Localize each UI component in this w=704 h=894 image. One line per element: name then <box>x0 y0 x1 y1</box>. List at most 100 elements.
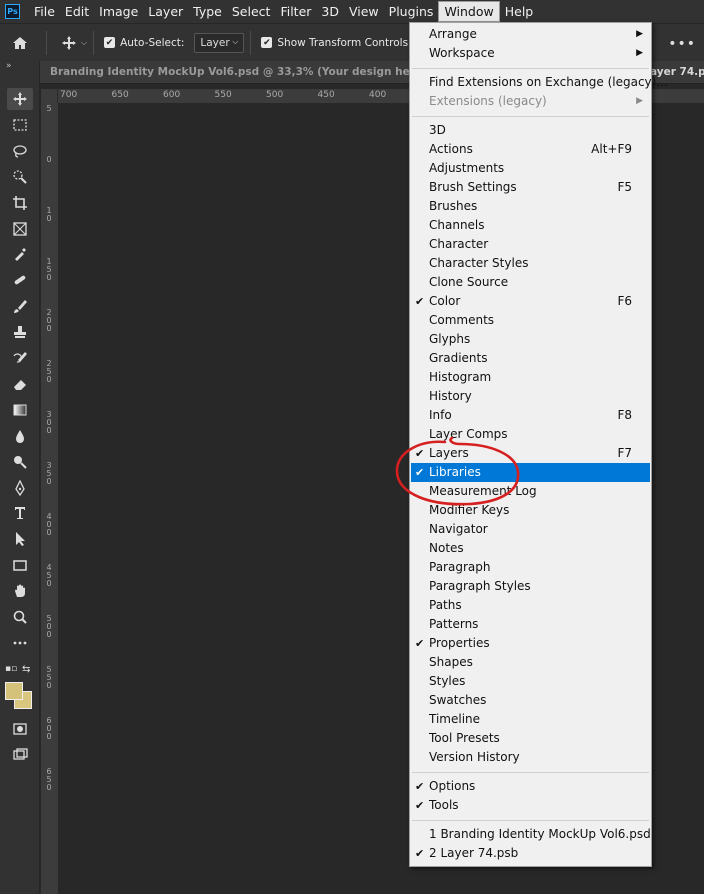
ruler-tick-label: 5 5 0 <box>46 665 52 690</box>
menu-item-character[interactable]: Character <box>411 235 650 254</box>
menu-item-arrange[interactable]: Arrange ▶ <box>411 25 650 44</box>
menu-item-version-history[interactable]: Version History <box>411 748 650 767</box>
menu-item-navigator[interactable]: Navigator <box>411 520 650 539</box>
hand-tool-button[interactable] <box>7 580 33 602</box>
menu-item-label: Layers <box>429 446 469 460</box>
menu-help[interactable]: Help <box>500 0 539 23</box>
show-transform-controls-checkbox[interactable]: ✔ Show Transform Controls <box>261 37 408 49</box>
menu-select[interactable]: Select <box>227 0 276 23</box>
auto-select-target-dropdown[interactable]: Layer ⌵ <box>194 32 245 53</box>
blur-tool-button[interactable] <box>7 425 33 447</box>
brush-tool-button[interactable] <box>7 295 33 317</box>
menu-type[interactable]: Type <box>188 0 227 23</box>
menu-item-glyphs[interactable]: Glyphs <box>411 330 650 349</box>
auto-select-checkbox[interactable]: ✔ Auto-Select: <box>104 37 184 49</box>
menu-item-1-branding-identity-mockup-vol6-psd[interactable]: 1 Branding Identity MockUp Vol6.psd <box>411 825 651 844</box>
menu-item-label: Extensions (legacy) <box>429 94 547 108</box>
menu-item-actions[interactable]: Actions Alt+F9 <box>411 140 650 159</box>
menu-item-properties[interactable]: ✔ Properties <box>411 634 650 653</box>
menu-item-layer-comps[interactable]: Layer Comps <box>411 425 650 444</box>
menu-item-tools[interactable]: ✔ Tools <box>411 796 650 815</box>
menu-file[interactable]: File <box>29 0 60 23</box>
ruler-tick-label: 6 0 0 <box>46 716 52 741</box>
zoom-tool-button[interactable] <box>7 606 33 628</box>
move-tool-preset-button[interactable]: ⌵ <box>61 35 87 51</box>
blur-tool-icon <box>16 429 24 443</box>
history-brush-tool-button[interactable] <box>7 347 33 369</box>
menu-item-2-layer-74-psb[interactable]: ✔ 2 Layer 74.psb <box>411 844 650 863</box>
menu-item-measurement-log[interactable]: Measurement Log <box>411 482 650 501</box>
foreground-color-swatch[interactable] <box>5 682 23 700</box>
home-button[interactable] <box>0 35 40 51</box>
menu-window[interactable]: Window <box>438 1 500 22</box>
menu-item-libraries[interactable]: ✔ Libraries <box>411 463 650 482</box>
menu-filter[interactable]: Filter <box>275 0 316 23</box>
path-selection-tool-icon <box>16 532 25 547</box>
swap-colors-icon[interactable]: ⇆ <box>22 664 30 675</box>
menu-item-modifier-keys[interactable]: Modifier Keys <box>411 501 650 520</box>
clone-stamp-tool-button[interactable] <box>7 321 33 343</box>
document-tab[interactable]: Branding Identity MockUp Vol6.psd @ 33,3… <box>50 66 457 78</box>
quick-selection-tool-button[interactable] <box>7 166 33 188</box>
menu-item-history[interactable]: History <box>411 387 650 406</box>
dodge-tool-button[interactable] <box>7 451 33 473</box>
menu-item-tool-presets[interactable]: Tool Presets <box>411 729 650 748</box>
menu-item-label: Gradients <box>429 351 488 365</box>
menu-item-find-extensions-on-exchange-legacy[interactable]: Find Extensions on Exchange (legacy)... <box>411 73 668 92</box>
menu-item-timeline[interactable]: Timeline <box>411 710 650 729</box>
path-selection-tool-button[interactable] <box>7 528 33 550</box>
menu-item-channels[interactable]: Channels <box>411 216 650 235</box>
menu-item-workspace[interactable]: Workspace ▶ <box>411 44 650 63</box>
menu-view[interactable]: View <box>344 0 384 23</box>
menu-item-layers[interactable]: ✔ Layers F7 <box>411 444 650 463</box>
more-options-icon[interactable]: ••• <box>668 36 696 52</box>
default-colors-icon[interactable]: ▪▫ <box>5 664 17 674</box>
ruler-tick-label: 2 0 0 <box>46 308 52 333</box>
menu-plugins[interactable]: Plugins <box>384 0 439 23</box>
frame-tool-button[interactable] <box>7 218 33 240</box>
more-tools-button[interactable] <box>7 632 33 654</box>
menu-item-notes[interactable]: Notes <box>411 539 650 558</box>
gradient-tool-button[interactable] <box>7 399 33 421</box>
menu-item-3d[interactable]: 3D <box>411 121 650 140</box>
menu-item-info[interactable]: Info F8 <box>411 406 650 425</box>
menu-item-adjustments[interactable]: Adjustments <box>411 159 650 178</box>
type-tool-button[interactable] <box>7 502 33 524</box>
healing-brush-tool-button[interactable] <box>7 269 33 291</box>
menu-item-gradients[interactable]: Gradients <box>411 349 650 368</box>
menu-image[interactable]: Image <box>94 0 143 23</box>
marquee-tool-button[interactable] <box>7 114 33 136</box>
menu-item-paragraph[interactable]: Paragraph <box>411 558 650 577</box>
eraser-tool-button[interactable] <box>7 373 33 395</box>
menu-item-histogram[interactable]: Histogram <box>411 368 650 387</box>
menu-item-patterns[interactable]: Patterns <box>411 615 650 634</box>
screen-mode-button[interactable] <box>7 744 33 766</box>
menu-item-paragraph-styles[interactable]: Paragraph Styles <box>411 577 650 596</box>
menu-item-extensions-legacy[interactable]: Extensions (legacy) ▶ <box>411 92 650 111</box>
menu-item-comments[interactable]: Comments <box>411 311 650 330</box>
menu-item-brushes[interactable]: Brushes <box>411 197 650 216</box>
eyedropper-tool-button[interactable] <box>7 243 33 265</box>
menu-item-label: Brushes <box>429 199 478 213</box>
menu-layer[interactable]: Layer <box>143 0 188 23</box>
menu-item-styles[interactable]: Styles <box>411 672 650 691</box>
menu-item-options[interactable]: ✔ Options <box>411 777 650 796</box>
quick-mask-button[interactable] <box>7 718 33 740</box>
menu-edit[interactable]: Edit <box>60 0 94 23</box>
menu-item-swatches[interactable]: Swatches <box>411 691 650 710</box>
move-tool-button[interactable] <box>7 88 33 110</box>
collapse-panel-icon[interactable]: » <box>6 61 12 71</box>
menu-item-clone-source[interactable]: Clone Source <box>411 273 650 292</box>
menu-item-color[interactable]: ✔ Color F6 <box>411 292 650 311</box>
menu-item-shapes[interactable]: Shapes <box>411 653 650 672</box>
crop-tool-button[interactable] <box>7 192 33 214</box>
menu-item-label: Channels <box>429 218 485 232</box>
menu-3d[interactable]: 3D <box>316 0 344 23</box>
ruler-tick-label: 2 5 0 <box>46 359 52 384</box>
menu-item-paths[interactable]: Paths <box>411 596 650 615</box>
pen-tool-button[interactable] <box>7 477 33 499</box>
rectangle-tool-button[interactable] <box>7 554 33 576</box>
lasso-tool-button[interactable] <box>7 140 33 162</box>
menu-item-brush-settings[interactable]: Brush Settings F5 <box>411 178 650 197</box>
menu-item-character-styles[interactable]: Character Styles <box>411 254 650 273</box>
